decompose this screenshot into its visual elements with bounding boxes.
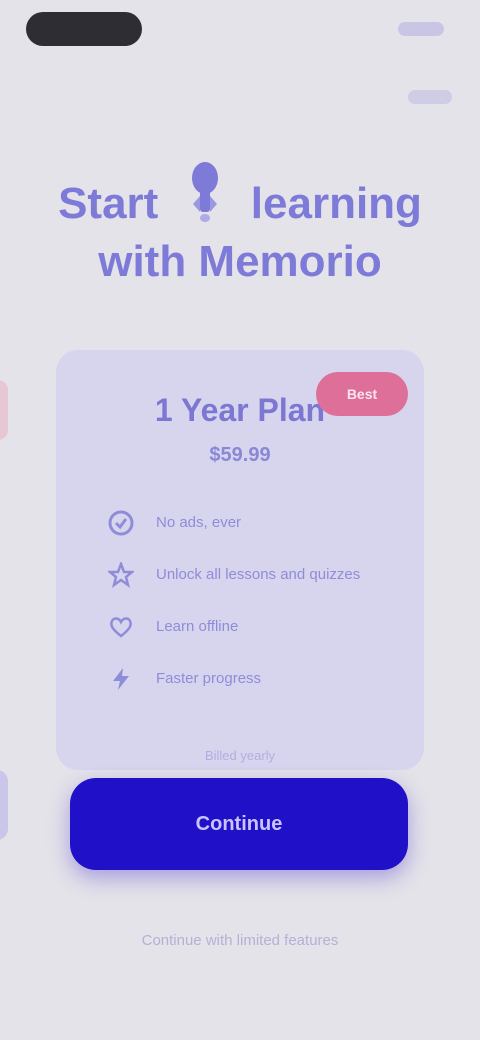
top-right-control[interactable] xyxy=(398,22,444,36)
best-value-badge: Best xyxy=(316,372,408,416)
previous-plan-button-edge[interactable] xyxy=(0,770,8,840)
restore-link[interactable] xyxy=(408,90,452,104)
headline-line-2: with Memorio xyxy=(98,237,382,286)
previous-plan-card-edge[interactable] xyxy=(0,380,8,440)
heart-icon xyxy=(110,617,132,638)
continue-button[interactable]: Continue xyxy=(70,778,408,870)
feature-text: Unlock all lessons and quizzes xyxy=(156,566,361,583)
feature-item: No ads, ever xyxy=(88,510,392,536)
headline-part-2: learning xyxy=(250,179,422,228)
feature-item: Learn offline xyxy=(88,614,392,640)
feature-item: Faster progress xyxy=(88,666,392,692)
bolt-icon xyxy=(113,668,129,690)
check-icon xyxy=(108,510,134,536)
paywall-screen: Start learning with Memorio Best 1 Year … xyxy=(0,0,480,1040)
feature-text: Faster progress xyxy=(156,670,262,687)
feature-text: Learn offline xyxy=(156,618,239,635)
plan-card[interactable]: Best 1 Year Plan $59.99 No ads, ever Unl… xyxy=(56,350,424,770)
page-title: Start learning with Memorio xyxy=(30,160,450,291)
feature-list: No ads, ever Unlock all lessons and quiz… xyxy=(88,510,392,692)
feature-item: Unlock all lessons and quizzes xyxy=(88,562,392,588)
plan-price: $59.99 xyxy=(209,444,271,466)
status-bar-pill xyxy=(26,12,142,46)
rocket-icon xyxy=(191,162,218,222)
limited-features-link[interactable]: Continue with limited features xyxy=(0,932,480,949)
plan-footnote: Billed yearly xyxy=(204,748,276,763)
star-icon xyxy=(108,562,134,588)
feature-text: No ads, ever xyxy=(156,514,242,531)
headline-part-1: Start xyxy=(58,179,159,228)
